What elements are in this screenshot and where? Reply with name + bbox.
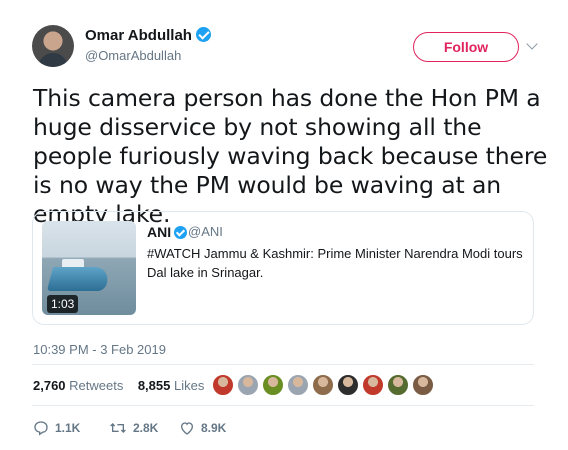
retweet-icon: [110, 423, 126, 433]
retweets-label[interactable]: Retweets: [69, 378, 123, 393]
quoted-author-name-row: ANI: [147, 224, 188, 240]
reply-action[interactable]: 1.1K: [33, 420, 80, 436]
quoted-author-handle: @ANI: [188, 224, 223, 239]
likes-count[interactable]: 8,855: [138, 378, 171, 393]
liker-avatar-1[interactable]: [212, 374, 234, 396]
divider-bottom: [32, 405, 534, 406]
engagement-stats: 2,760 Retweets 8,855 Likes: [33, 378, 204, 393]
tweet-text: This camera person has done the Hon PM a…: [33, 84, 548, 228]
retweet-count: 2.8K: [133, 421, 159, 435]
author-handle[interactable]: @OmarAbdullah: [85, 48, 181, 63]
tweet-timestamp[interactable]: 10:39 PM - 3 Feb 2019: [33, 342, 166, 357]
follow-button[interactable]: Follow: [413, 32, 519, 62]
like-count: 8.9K: [201, 421, 227, 435]
boat-shape: [46, 267, 112, 291]
retweet-action[interactable]: 2.8K: [109, 420, 158, 436]
liker-avatar-3[interactable]: [262, 374, 284, 396]
liker-avatar-7[interactable]: [362, 374, 384, 396]
reply-icon: [34, 421, 48, 436]
avatar[interactable]: [32, 25, 74, 67]
liker-avatar-5[interactable]: [312, 374, 334, 396]
video-duration-badge: 1:03: [47, 295, 79, 313]
author-name-row[interactable]: Omar Abdullah: [85, 27, 211, 44]
quoted-tweet-card[interactable]: 1:03 ANI @ANI #WATCH Jammu & Kashmir: Pr…: [32, 211, 534, 325]
liker-avatar-8[interactable]: [387, 374, 409, 396]
quoted-author-name: ANI: [147, 224, 172, 240]
reply-count: 1.1K: [55, 421, 81, 435]
chevron-down-icon[interactable]: [526, 38, 538, 50]
like-action[interactable]: 8.9K: [179, 420, 226, 436]
liker-avatar-4[interactable]: [287, 374, 309, 396]
author-name[interactable]: Omar Abdullah: [85, 27, 192, 44]
liker-avatar-9[interactable]: [412, 374, 434, 396]
verified-badge-icon: [195, 27, 211, 42]
heart-icon: [180, 422, 194, 435]
quoted-verified-badge-icon: [174, 226, 188, 239]
likes-label[interactable]: Likes: [174, 378, 204, 393]
liker-avatar-6[interactable]: [337, 374, 359, 396]
liker-avatar-2[interactable]: [237, 374, 259, 396]
retweets-count[interactable]: 2,760: [33, 378, 66, 393]
quoted-tweet-text: #WATCH Jammu & Kashmir: Prime Minister N…: [147, 246, 523, 280]
video-thumbnail[interactable]: 1:03: [42, 221, 136, 315]
divider-top: [32, 364, 534, 365]
